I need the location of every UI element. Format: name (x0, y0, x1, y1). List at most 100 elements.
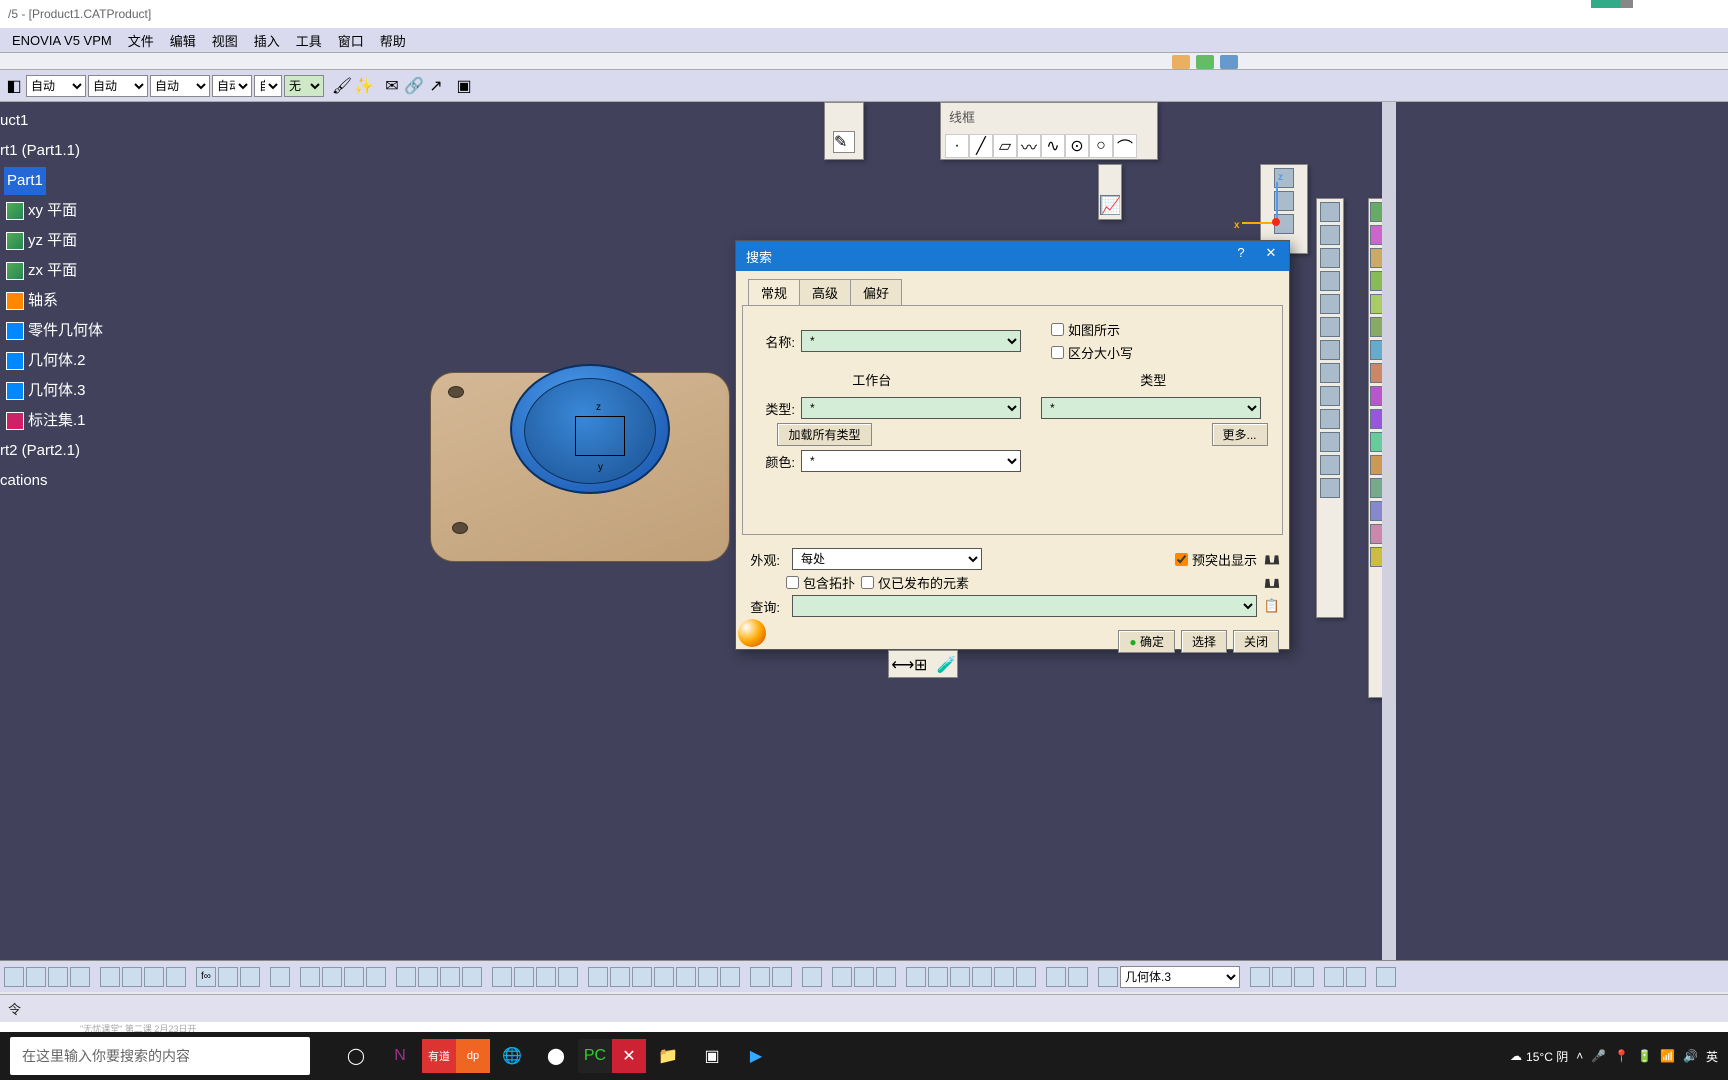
bt-icon[interactable] (122, 967, 142, 987)
name-input[interactable]: * (801, 330, 1021, 352)
bt-icon[interactable] (344, 967, 364, 987)
circle-icon[interactable]: ○ (1089, 134, 1113, 158)
point-icon[interactable]: · (945, 134, 969, 158)
tree-partbody[interactable]: 零件几何体 (0, 316, 103, 346)
bt-icon[interactable] (588, 967, 608, 987)
bt-icon[interactable] (270, 967, 290, 987)
paint-icon[interactable]: 🖌 (332, 76, 352, 96)
bt-icon[interactable] (4, 967, 24, 987)
bt-icon[interactable] (418, 967, 438, 987)
tray-mic-icon[interactable]: 🎤 (1591, 1049, 1606, 1063)
tree-body2[interactable]: 几何体.2 (0, 346, 103, 376)
menu-enovia[interactable]: ENOVIA V5 VPM (4, 31, 120, 50)
taskbar-chrome-icon[interactable]: ⬤ (534, 1034, 578, 1078)
query-list-icon[interactable]: 📋 (1263, 598, 1281, 614)
graph-icon[interactable]: 📈 (1100, 195, 1120, 215)
menu-view[interactable]: 视图 (204, 29, 246, 52)
bt-icon[interactable] (676, 967, 696, 987)
close-button[interactable]: 关闭 (1233, 630, 1279, 653)
taskbar-app2-icon[interactable]: ✕ (612, 1039, 646, 1073)
bt-fx-icon[interactable]: f∞ (196, 967, 216, 987)
vt1-icon[interactable] (1320, 478, 1340, 498)
tab-general[interactable]: 常规 (748, 279, 800, 305)
bt-icon[interactable] (1376, 967, 1396, 987)
bt-icon[interactable] (1250, 967, 1270, 987)
look-select[interactable]: 每处 (792, 548, 982, 570)
as-shown-checkbox[interactable]: 如图所示 (1051, 320, 1133, 339)
float-sketch-panel[interactable]: ✎ (824, 102, 864, 160)
bt-pan-icon[interactable] (536, 967, 556, 987)
bt-icon[interactable] (322, 967, 342, 987)
bt-icon[interactable] (698, 967, 718, 987)
vt1-icon[interactable] (1320, 363, 1340, 383)
taskbar-onenote-icon[interactable]: N (378, 1034, 422, 1078)
taskbar-folder-icon[interactable]: 📁 (646, 1034, 690, 1078)
ribbon-icon-2[interactable] (1196, 55, 1214, 69)
menu-window[interactable]: 窗口 (330, 29, 372, 52)
case-checkbox[interactable]: 区分大小写 (1051, 343, 1133, 362)
select-1[interactable]: 自动 (26, 75, 86, 97)
taskbar-app-icon[interactable]: dp (456, 1039, 490, 1073)
vt1-icon[interactable] (1320, 409, 1340, 429)
bt-icon[interactable] (1324, 967, 1344, 987)
bt-icon[interactable] (994, 967, 1014, 987)
color-input[interactable]: * (801, 450, 1021, 472)
bt-icon[interactable] (240, 967, 260, 987)
ribbon-icon-3[interactable] (1220, 55, 1238, 69)
bt-icon[interactable] (1346, 967, 1366, 987)
weather-widget[interactable]: ☁ 15°C 阴 (1510, 1048, 1568, 1065)
taskbar-youdao-icon[interactable]: 有道 (422, 1039, 456, 1073)
dialog-close-button[interactable]: ✕ (1261, 245, 1281, 265)
bt-rotate-icon[interactable] (558, 967, 578, 987)
taskbar-edge-icon[interactable]: 🌐 (490, 1034, 534, 1078)
tray-volume-icon[interactable]: 🔊 (1683, 1049, 1698, 1063)
taskbar-pycharm-icon[interactable]: PC (578, 1039, 612, 1073)
menu-insert[interactable]: 插入 (246, 29, 288, 52)
ref-icon[interactable]: ⊞ (914, 655, 932, 673)
bt-icon[interactable] (876, 967, 896, 987)
bt-icon[interactable] (166, 967, 186, 987)
topo-checkbox[interactable]: 包含拓扑 (786, 573, 855, 592)
bt-icon[interactable] (928, 967, 948, 987)
bt-icon[interactable] (610, 967, 630, 987)
tree-product[interactable]: uct1 (0, 106, 103, 136)
bt-icon[interactable] (1098, 967, 1118, 987)
curve-icon[interactable]: 〰 (1017, 134, 1041, 158)
bt-icon[interactable] (396, 967, 416, 987)
tree-part1-inst[interactable]: rt1 (Part1.1) (0, 136, 103, 166)
small-floating-toolbar[interactable]: ⟷ ⊞ 🧪 (888, 650, 958, 678)
3d-viewport[interactable]: uct1 rt1 (Part1.1) Part1 xy 平面 yz 平面 zx … (0, 102, 1728, 960)
vt1-icon[interactable] (1320, 225, 1340, 245)
tree-part1[interactable]: Part1 (0, 166, 103, 196)
select-3[interactable]: 自动 (150, 75, 210, 97)
vertical-scrollbar[interactable] (1382, 102, 1396, 960)
taskbar-play-icon[interactable]: ▶ (734, 1034, 778, 1078)
bt-icon[interactable] (832, 967, 852, 987)
bt-icon[interactable] (218, 967, 238, 987)
plane-icon[interactable]: ▱ (993, 134, 1017, 158)
select-4[interactable]: 自动 (212, 75, 252, 97)
bt-icon[interactable] (440, 967, 460, 987)
menu-edit[interactable]: 编辑 (162, 29, 204, 52)
float-wireframe-panel[interactable]: 线框 · ╱ ▱ 〰 ∿ ⊙ ○ ⌒ (940, 102, 1158, 160)
sketch-icon[interactable]: ✎ (833, 131, 855, 153)
bt-icon[interactable] (144, 967, 164, 987)
vt1-icon[interactable] (1320, 248, 1340, 268)
vt1-icon[interactable] (1320, 455, 1340, 475)
query-input[interactable] (792, 595, 1257, 617)
tree-axis[interactable]: 轴系 (0, 286, 103, 316)
bt-icon[interactable] (1046, 967, 1066, 987)
tree-xy-plane[interactable]: xy 平面 (0, 196, 103, 226)
bt-icon[interactable] (802, 967, 822, 987)
tray-wifi-icon[interactable]: 📶 (1660, 1049, 1675, 1063)
bt-icon[interactable] (632, 967, 652, 987)
line-icon[interactable]: ╱ (969, 134, 993, 158)
tray-chevron-icon[interactable]: ˄ (1576, 1049, 1583, 1063)
arrow-icon[interactable]: ↗ (426, 76, 446, 96)
tree-applications[interactable]: cations (0, 466, 103, 496)
menu-help[interactable]: 帮助 (372, 29, 414, 52)
select-5[interactable]: 自动 (254, 75, 282, 97)
bt-icon[interactable] (100, 967, 120, 987)
bt-icon[interactable] (366, 967, 386, 987)
spline-icon[interactable]: ∿ (1041, 134, 1065, 158)
